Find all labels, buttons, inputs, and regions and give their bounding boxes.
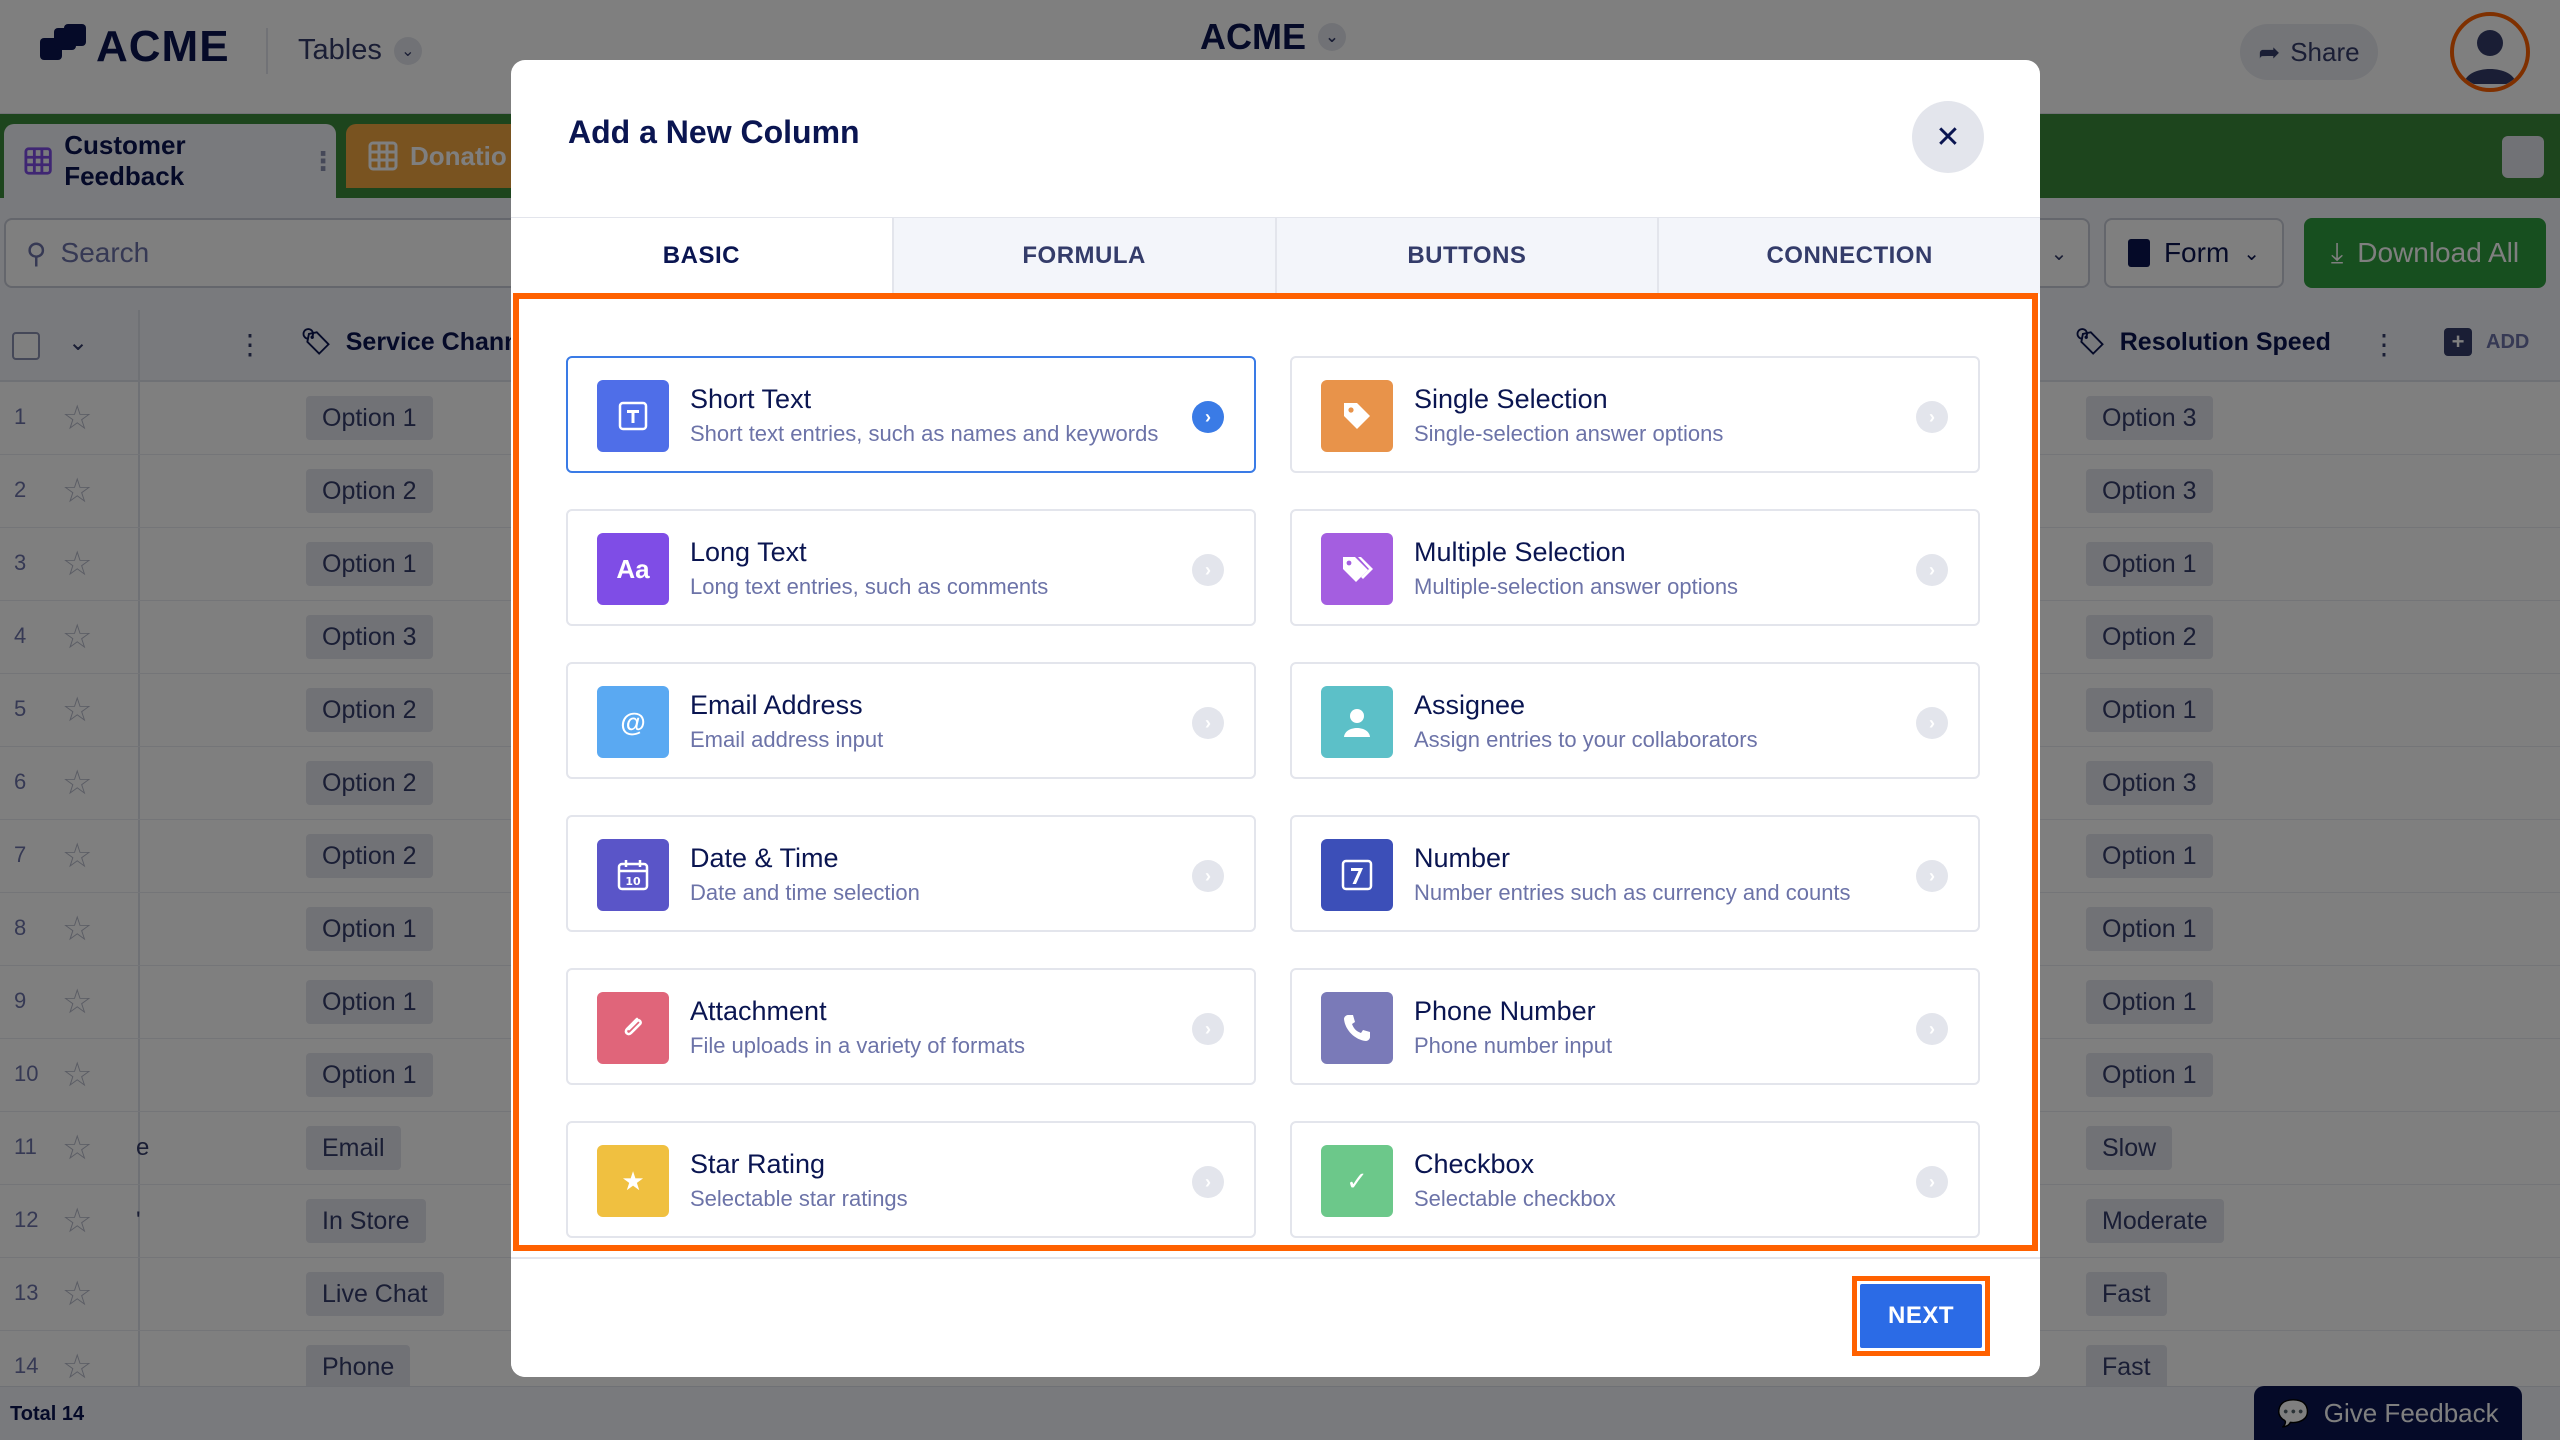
chevron-right-icon: › [1916,860,1948,892]
tab-connection[interactable]: CONNECTION [1657,218,2040,294]
add-column-modal: Add a New Column ✕ BASIC FORMULA BUTTONS… [511,60,2040,1377]
close-button[interactable]: ✕ [1912,101,1984,173]
modal-tabs: BASIC FORMULA BUTTONS CONNECTION [511,217,2040,294]
chevron-right-icon: › [1192,860,1224,892]
phone-icon [1321,992,1393,1064]
column-type-description: Phone number input [1414,1033,1613,1058]
column-type-name: Long Text [690,537,807,567]
column-type-name: Email Address [690,690,863,720]
column-type-star-rating[interactable]: ★ Star Rating Selectable star ratings › [566,1121,1256,1238]
column-type-name: Assignee [1414,690,1526,720]
column-type-name: Multiple Selection [1414,537,1626,567]
tag-icon [1321,380,1393,452]
chevron-right-icon: › [1192,401,1224,433]
column-type-name: Number [1414,843,1511,873]
column-type-name: Short Text [690,384,812,414]
chevron-right-icon: › [1916,554,1948,586]
next-button[interactable]: NEXT [1860,1284,1982,1348]
column-type-assignee[interactable]: Assignee Assign entries to your collabora… [1290,662,1980,779]
column-type-name: Phone Number [1414,996,1596,1026]
column-type-description: Selectable checkbox [1414,1186,1616,1211]
column-type-description: Assign entries to your collaborators [1414,727,1758,752]
tab-buttons[interactable]: BUTTONS [1274,218,1658,294]
close-icon: ✕ [1935,120,1961,154]
column-type-list: Short Text Short text entries, such as na… [566,356,1984,1292]
column-type-short-text[interactable]: Short Text Short text entries, such as na… [566,356,1256,473]
column-type-attachment[interactable]: Attachment File uploads in a variety of f… [566,968,1256,1085]
at-icon: @ [597,686,669,758]
paperclip-icon [597,992,669,1064]
column-type-name: Attachment [690,996,827,1026]
column-type-name: Date & Time [690,843,839,873]
next-highlight: NEXT [1852,1276,1990,1356]
chevron-right-icon: › [1192,707,1224,739]
column-type-checkbox[interactable]: ✓ Checkbox Selectable checkbox › [1290,1121,1980,1238]
number-icon [1321,839,1393,911]
column-type-long-text[interactable]: Aa Long Text Long text entries, such as co… [566,509,1256,626]
chevron-right-icon: › [1916,401,1948,433]
tab-basic[interactable]: BASIC [511,218,892,294]
column-type-multiple-selection[interactable]: Multiple Selection Multiple-selection ans… [1290,509,1980,626]
short-text-icon [597,380,669,452]
column-type-single-selection[interactable]: Single Selection Single-selection answer … [1290,356,1980,473]
chevron-right-icon: › [1192,1166,1224,1198]
column-type-phone-number[interactable]: Phone Number Phone number input › [1290,968,1980,1085]
column-type-number[interactable]: Number Number entries such as currency an… [1290,815,1980,932]
svg-text:10: 10 [625,875,641,888]
long-text-icon: Aa [597,533,669,605]
column-type-name: Single Selection [1414,384,1608,414]
chevron-right-icon: › [1192,1013,1224,1045]
column-type-email-address[interactable]: @ Email Address Email address input › [566,662,1256,779]
user-icon [1321,686,1393,758]
column-type-description: Email address input [690,727,884,752]
column-type-description: File uploads in a variety of formats [690,1033,1026,1058]
column-type-description: Number entries such as currency and coun… [1414,880,1851,905]
calendar-icon: 10 [597,839,669,911]
column-type-name: Star Rating [690,1149,826,1179]
tags-icon [1321,533,1393,605]
tab-formula[interactable]: FORMULA [891,218,1275,294]
column-type-description: Date and time selection [690,880,920,905]
star-icon: ★ [597,1145,669,1217]
checkbox-icon: ✓ [1321,1145,1393,1217]
modal-title: Add a New Column [568,114,860,150]
column-type-description: Long text entries, such as comments [690,574,1049,599]
column-type-name: Checkbox [1414,1149,1535,1179]
column-type-description: Short text entries, such as names and ke… [690,421,1159,446]
column-type-description: Single-selection answer options [1414,421,1724,446]
chevron-right-icon: › [1916,1013,1948,1045]
modal-footer: NEXT [511,1257,2040,1377]
column-type-description: Selectable star ratings [690,1186,908,1211]
chevron-right-icon: › [1916,1166,1948,1198]
chevron-right-icon: › [1192,554,1224,586]
column-type-description: Multiple-selection answer options [1414,574,1739,599]
chevron-right-icon: › [1916,707,1948,739]
column-type-date-time[interactable]: 10 Date & Time Date and time selection › [566,815,1256,932]
